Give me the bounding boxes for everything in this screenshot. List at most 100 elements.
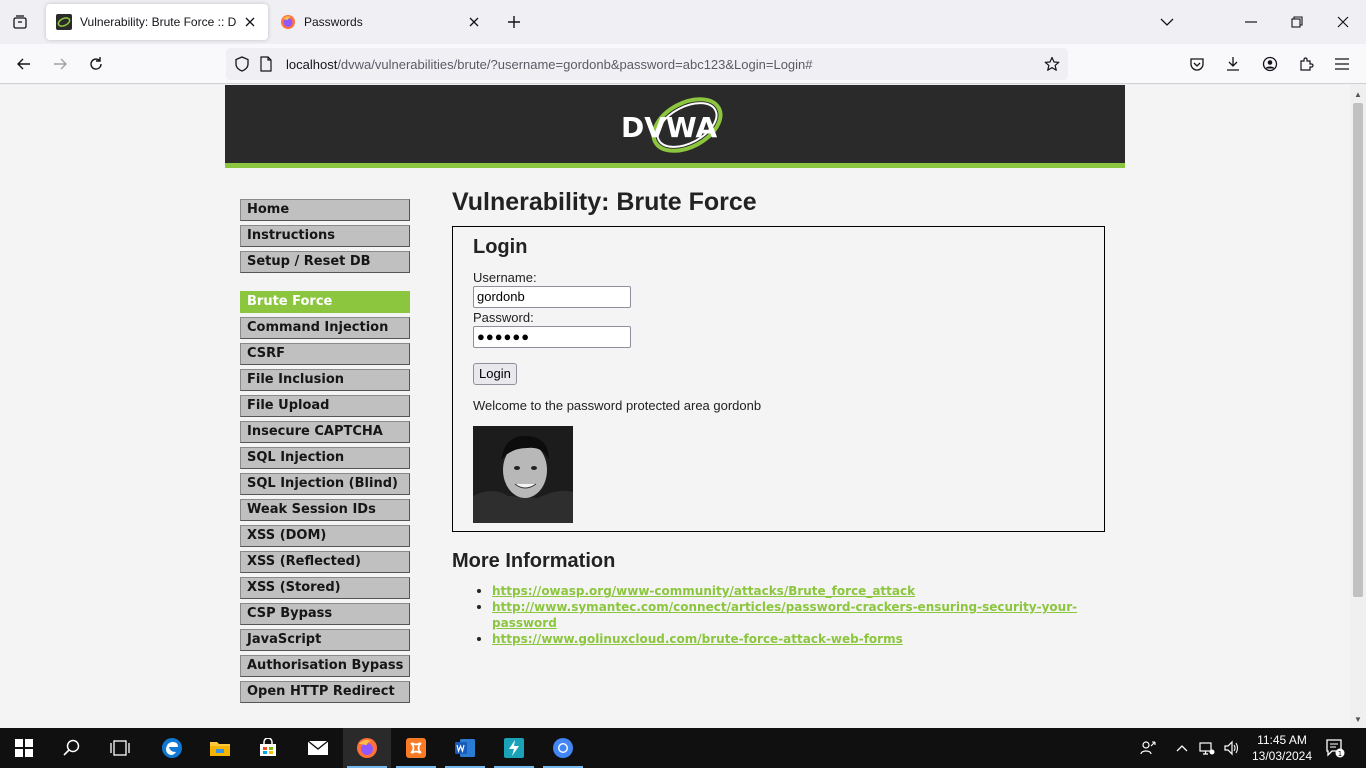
page-viewport: DVWA Home Instructions Setup / Reset DB …	[0, 85, 1350, 728]
network-icon[interactable]	[1196, 728, 1218, 768]
login-box: Login Username: gordonb Password: ●●●●●●…	[452, 226, 1105, 532]
tab-close-icon[interactable]	[242, 14, 258, 30]
link-golinuxcloud[interactable]: https://www.golinuxcloud.com/brute-force…	[492, 632, 903, 646]
scrollbar-thumb[interactable]	[1353, 103, 1363, 597]
store-icon[interactable]	[244, 728, 292, 768]
app-bolt-icon[interactable]	[490, 728, 538, 768]
list-all-tabs-icon[interactable]	[1152, 8, 1182, 36]
menu-item-command-injection[interactable]: Command Injection	[240, 317, 410, 339]
menu-item-authorisation-bypass[interactable]: Authorisation Bypass	[240, 655, 410, 677]
more-information: More Information https://owasp.org/www-c…	[452, 548, 1105, 647]
menu-item-xss-dom[interactable]: XSS (DOM)	[240, 525, 410, 547]
back-icon[interactable]	[10, 50, 38, 78]
extensions-icon[interactable]	[1292, 50, 1320, 78]
page-icon[interactable]	[254, 52, 278, 76]
username-input[interactable]: gordonb	[473, 286, 631, 308]
notification-center-icon[interactable]: 1	[1320, 728, 1350, 768]
navigation-toolbar: localhost/dvwa/vulnerabilities/brute/?us…	[0, 44, 1366, 84]
close-window-icon[interactable]	[1328, 8, 1358, 36]
minimize-icon[interactable]	[1236, 8, 1266, 36]
list-item: http://www.symantec.com/connect/articles…	[492, 599, 1105, 631]
scroll-up-icon[interactable]: ▲	[1353, 89, 1363, 99]
menu-item-xss-stored[interactable]: XSS (Stored)	[240, 577, 410, 599]
menu-item-file-inclusion[interactable]: File Inclusion	[240, 369, 410, 391]
password-label: Password:	[473, 310, 534, 325]
word-icon[interactable]	[441, 728, 489, 768]
menu-group-vulnerabilities: Brute Force Command Injection CSRF File …	[240, 291, 410, 703]
list-item: https://www.golinuxcloud.com/brute-force…	[492, 631, 1105, 647]
tab-passwords[interactable]: Passwords	[270, 4, 492, 40]
more-info-links: https://owasp.org/www-community/attacks/…	[452, 583, 1105, 647]
menu-item-instructions[interactable]: Instructions	[240, 225, 410, 247]
menu-item-csrf[interactable]: CSRF	[240, 343, 410, 365]
welcome-message: Welcome to the password protected area g…	[473, 398, 762, 413]
menu-item-brute-force[interactable]: Brute Force	[240, 291, 410, 313]
start-windows-icon[interactable]	[0, 728, 48, 768]
account-icon[interactable]	[1256, 50, 1284, 78]
dvwa-container: DVWA Home Instructions Setup / Reset DB …	[225, 85, 1125, 728]
menu-item-sql-injection[interactable]: SQL Injection	[240, 447, 410, 469]
menu-item-xss-reflected[interactable]: XSS (Reflected)	[240, 551, 410, 573]
dvwa-header: DVWA	[225, 85, 1125, 168]
address-bar[interactable]: localhost/dvwa/vulnerabilities/brute/?us…	[226, 48, 1068, 80]
logo-text: DVWA	[621, 111, 718, 144]
clock-date: 13/03/2024	[1251, 749, 1313, 763]
dvwa-favicon-icon	[56, 14, 72, 30]
new-tab-icon[interactable]	[500, 8, 528, 36]
url-text[interactable]: localhost/dvwa/vulnerabilities/brute/?us…	[286, 57, 813, 72]
more-info-heading: More Information	[452, 550, 616, 572]
link-owasp[interactable]: https://owasp.org/www-community/attacks/…	[492, 584, 915, 598]
url-host: localhost	[286, 56, 338, 72]
reload-icon[interactable]	[82, 50, 110, 78]
xampp-icon[interactable]	[392, 728, 440, 768]
tab-dvwa[interactable]: Vulnerability: Brute Force :: Damn Vulne…	[46, 4, 268, 40]
menu-item-csp-bypass[interactable]: CSP Bypass	[240, 603, 410, 625]
restore-icon[interactable]	[1282, 8, 1312, 36]
mail-icon[interactable]	[294, 728, 342, 768]
firefox-icon	[280, 14, 296, 30]
tab-strip: Vulnerability: Brute Force :: Damn Vulne…	[0, 0, 1366, 44]
system-clock[interactable]: 11:45 AM 13/03/2024	[1242, 732, 1322, 764]
menu-item-sql-injection-blind[interactable]: SQL Injection (Blind)	[240, 473, 410, 495]
menu-item-insecure-captcha[interactable]: Insecure CAPTCHA	[240, 421, 410, 443]
scroll-down-icon[interactable]: ▼	[1353, 714, 1363, 724]
password-input[interactable]: ●●●●●●	[473, 326, 631, 348]
search-icon[interactable]	[48, 728, 96, 768]
tab-close-icon[interactable]	[466, 14, 482, 30]
task-view-icon[interactable]	[96, 728, 144, 768]
url-path: /dvwa/vulnerabilities/brute/?username=go…	[337, 56, 813, 72]
dvwa-logo[interactable]: DVWA	[619, 93, 731, 166]
menu-item-weak-session-ids[interactable]: Weak Session IDs	[240, 499, 410, 521]
menu-item-file-upload[interactable]: File Upload	[240, 395, 410, 417]
menu-item-home[interactable]: Home	[240, 199, 410, 221]
notification-count: 1	[1338, 750, 1342, 758]
tab-title: Vulnerability: Brute Force :: Damn Vulne…	[80, 15, 236, 29]
people-icon[interactable]	[1136, 728, 1160, 768]
menu-item-open-http-redirect[interactable]: Open HTTP Redirect	[240, 681, 410, 703]
user-avatar-photo	[473, 426, 573, 523]
menu-item-javascript[interactable]: JavaScript	[240, 629, 410, 651]
page-title: Vulnerability: Brute Force	[452, 188, 757, 216]
edge-icon[interactable]	[148, 728, 196, 768]
pocket-icon[interactable]	[1183, 50, 1211, 78]
login-button[interactable]: Login	[473, 363, 517, 385]
sidebar-menu: Home Instructions Setup / Reset DB Brute…	[240, 199, 410, 721]
shield-icon[interactable]	[230, 52, 254, 76]
menu-item-setup[interactable]: Setup / Reset DB	[240, 251, 410, 273]
menu-group-main: Home Instructions Setup / Reset DB	[240, 199, 410, 273]
link-symantec[interactable]: http://www.symantec.com/connect/articles…	[492, 600, 1077, 630]
tab-list-icon[interactable]	[6, 8, 34, 36]
downloads-icon[interactable]	[1219, 50, 1247, 78]
chrome-icon[interactable]	[539, 728, 587, 768]
show-hidden-icons-chevron-icon[interactable]	[1172, 728, 1192, 768]
forward-icon[interactable]	[46, 50, 74, 78]
username-label: Username:	[473, 270, 537, 285]
volume-icon[interactable]	[1220, 728, 1242, 768]
page-scrollbar[interactable]: ▲ ▼	[1350, 85, 1366, 728]
menu-hamburger-icon[interactable]	[1328, 50, 1356, 78]
bookmark-star-icon[interactable]	[1040, 52, 1064, 76]
clock-time: 11:45 AM	[1257, 733, 1307, 747]
firefox-taskbar-icon[interactable]	[343, 728, 391, 768]
file-explorer-icon[interactable]	[196, 728, 244, 768]
list-item: https://owasp.org/www-community/attacks/…	[492, 583, 1105, 599]
